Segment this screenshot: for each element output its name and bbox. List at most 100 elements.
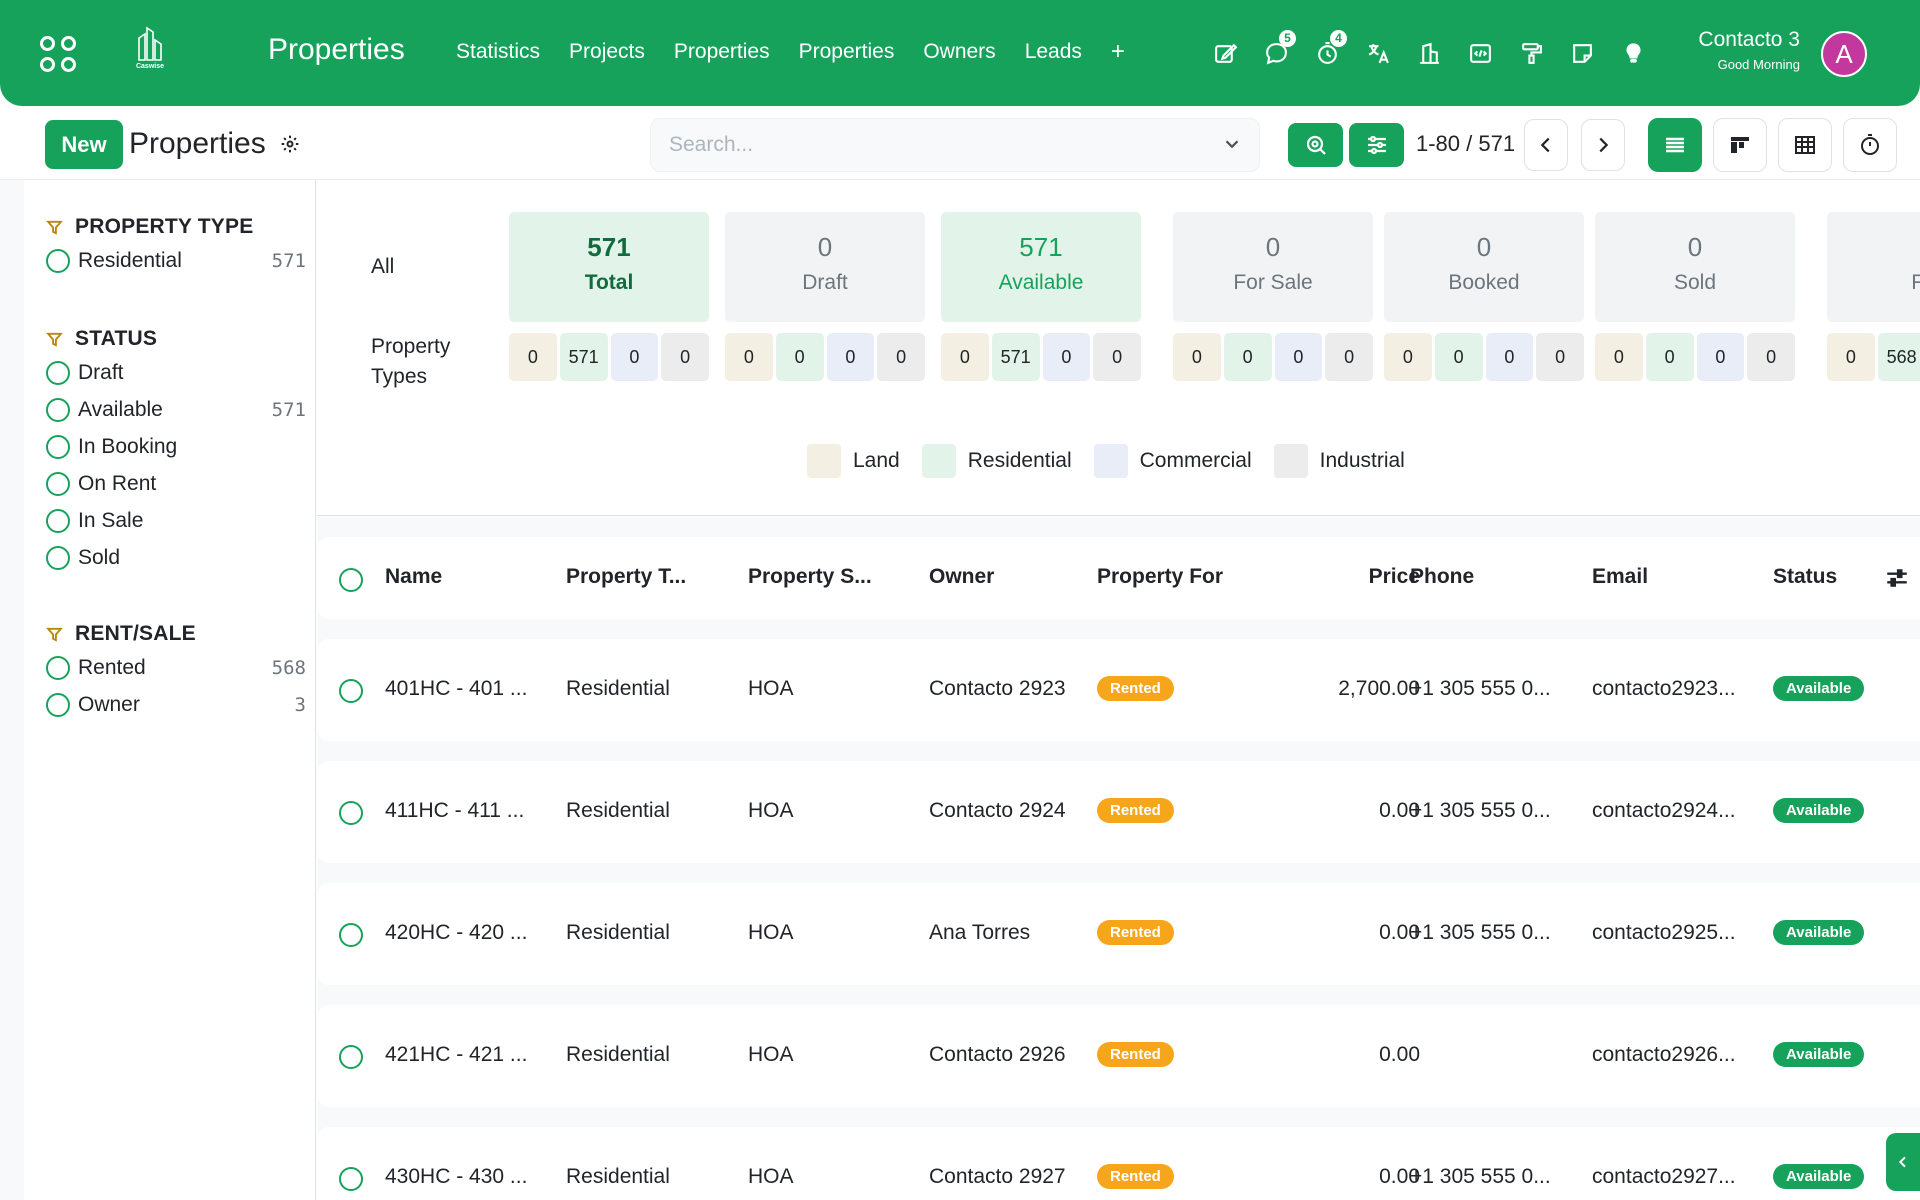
filter-item-draft[interactable]: Draft xyxy=(46,354,306,391)
type-industrial-count[interactable]: 0 xyxy=(1747,333,1795,381)
type-land-count[interactable]: 0 xyxy=(725,333,773,381)
nav-properties[interactable]: Properties xyxy=(674,40,770,64)
radio-button[interactable] xyxy=(46,434,70,459)
type-land-count[interactable]: 0 xyxy=(1827,333,1875,381)
nav-owners[interactable]: Owners xyxy=(923,40,995,64)
stat-card-sold[interactable]: 0 Sold xyxy=(1595,212,1795,322)
radio-button[interactable] xyxy=(46,692,70,717)
edit-icon[interactable] xyxy=(1210,38,1240,68)
type-land-count[interactable]: 0 xyxy=(1384,333,1432,381)
radio-button[interactable] xyxy=(46,655,70,680)
user-menu[interactable]: Contacto 3 Good Morning xyxy=(1698,28,1800,72)
pager-previous-button[interactable] xyxy=(1524,119,1568,171)
table-row[interactable]: 411HC - 411 ... Residential HOA Contacto… xyxy=(317,761,1920,863)
type-land-count[interactable]: 0 xyxy=(509,333,557,381)
column-header-email[interactable]: Email xyxy=(1592,565,1648,589)
note-icon[interactable] xyxy=(1567,38,1597,68)
nav-statistics[interactable]: Statistics xyxy=(456,40,540,64)
page-title[interactable]: Properties xyxy=(129,127,266,161)
table-row[interactable]: 421HC - 421 ... Residential HOA Contacto… xyxy=(317,1005,1920,1107)
chevron-down-icon[interactable] xyxy=(1221,133,1243,155)
view-kanban-button[interactable] xyxy=(1713,118,1767,172)
radio-button[interactable] xyxy=(46,508,70,533)
type-residential-count[interactable]: 571 xyxy=(559,333,608,381)
view-list-button[interactable] xyxy=(1648,118,1702,172)
stat-card-total[interactable]: 571 Total xyxy=(509,212,709,322)
column-header-price[interactable]: Price xyxy=(1340,565,1420,589)
filter-item-in-sale[interactable]: In Sale xyxy=(46,502,306,539)
table-row[interactable]: 430HC - 430 ... Residential HOA Contacto… xyxy=(317,1127,1920,1200)
stat-card-for-rent[interactable]: 5 For xyxy=(1827,212,1920,322)
search-input[interactable] xyxy=(669,119,1209,171)
brand-logo[interactable]: Caswise xyxy=(128,26,172,78)
nav-leads[interactable]: Leads xyxy=(1025,40,1082,64)
type-commercial-count[interactable]: 0 xyxy=(1485,333,1534,381)
translate-icon[interactable] xyxy=(1363,38,1393,68)
building-icon[interactable] xyxy=(1414,38,1444,68)
pager-value[interactable]: 1-80 / 571 xyxy=(1416,131,1515,157)
column-header-property-subtype[interactable]: Property S... xyxy=(748,565,872,589)
type-commercial-count[interactable]: 0 xyxy=(1274,333,1323,381)
row-checkbox[interactable] xyxy=(339,801,363,825)
filter-options-button[interactable] xyxy=(1349,123,1404,167)
column-header-property-for[interactable]: Property For xyxy=(1097,565,1223,589)
panel-toggle-button[interactable] xyxy=(1886,1133,1920,1191)
app-title[interactable]: Properties xyxy=(268,33,405,67)
stat-card-draft[interactable]: 0 Draft xyxy=(725,212,925,322)
row-checkbox[interactable] xyxy=(339,679,363,703)
radio-button[interactable] xyxy=(46,471,70,496)
type-industrial-count[interactable]: 0 xyxy=(877,333,925,381)
clock-icon[interactable]: 4 xyxy=(1312,30,1347,68)
stat-card-booked[interactable]: 0 Booked xyxy=(1384,212,1584,322)
row-checkbox[interactable] xyxy=(339,1167,363,1191)
filter-item-owner[interactable]: Owner 3 xyxy=(46,686,306,723)
column-header-property-type[interactable]: Property T... xyxy=(566,565,686,589)
type-residential-count[interactable]: 0 xyxy=(775,333,824,381)
filter-item-residential[interactable]: Residential 571 xyxy=(46,242,306,279)
apps-menu-icon[interactable] xyxy=(40,36,76,72)
stat-card-for-sale[interactable]: 0 For Sale xyxy=(1173,212,1373,322)
type-land-count[interactable]: 0 xyxy=(1173,333,1221,381)
type-industrial-count[interactable]: 0 xyxy=(1325,333,1373,381)
filter-item-sold[interactable]: Sold xyxy=(46,539,306,576)
table-row[interactable]: 401HC - 401 ... Residential HOA Contacto… xyxy=(317,639,1920,741)
type-industrial-count[interactable]: 0 xyxy=(1093,333,1141,381)
paint-roller-icon[interactable] xyxy=(1516,38,1546,68)
chat-icon[interactable]: 5 xyxy=(1261,30,1296,68)
view-pivot-button[interactable] xyxy=(1778,118,1832,172)
view-activity-button[interactable] xyxy=(1843,118,1897,172)
type-industrial-count[interactable]: 0 xyxy=(1536,333,1584,381)
type-commercial-count[interactable]: 0 xyxy=(1696,333,1745,381)
nav-properties-2[interactable]: Properties xyxy=(799,40,895,64)
filter-item-on-rent[interactable]: On Rent xyxy=(46,465,306,502)
code-icon[interactable] xyxy=(1465,38,1495,68)
row-checkbox[interactable] xyxy=(339,1045,363,1069)
radio-button[interactable] xyxy=(46,360,70,385)
search-panel-button[interactable] xyxy=(1288,123,1343,167)
type-land-count[interactable]: 0 xyxy=(941,333,989,381)
table-row[interactable]: 420HC - 420 ... Residential HOA Ana Torr… xyxy=(317,883,1920,985)
type-land-count[interactable]: 0 xyxy=(1595,333,1643,381)
radio-button[interactable] xyxy=(46,248,70,273)
type-commercial-count[interactable]: 0 xyxy=(826,333,875,381)
type-residential-count[interactable]: 0 xyxy=(1434,333,1483,381)
type-commercial-count[interactable]: 0 xyxy=(1042,333,1091,381)
nav-add-plus-icon[interactable]: + xyxy=(1111,40,1125,64)
nav-projects[interactable]: Projects xyxy=(569,40,645,64)
gear-icon[interactable] xyxy=(280,134,300,154)
lightbulb-icon[interactable] xyxy=(1618,38,1648,68)
type-residential-count[interactable]: 0 xyxy=(1645,333,1694,381)
stat-card-available[interactable]: 571 Available xyxy=(941,212,1141,322)
column-header-phone[interactable]: Phone xyxy=(1410,565,1474,589)
radio-button[interactable] xyxy=(46,545,70,570)
avatar[interactable]: A xyxy=(1821,31,1867,77)
pager-next-button[interactable] xyxy=(1581,119,1625,171)
select-all-checkbox[interactable] xyxy=(339,568,363,592)
new-button[interactable]: New xyxy=(45,120,123,169)
type-industrial-count[interactable]: 0 xyxy=(661,333,709,381)
filter-item-available[interactable]: Available 571 xyxy=(46,391,306,428)
type-residential-count[interactable]: 0 xyxy=(1223,333,1272,381)
type-commercial-count[interactable]: 0 xyxy=(610,333,659,381)
row-checkbox[interactable] xyxy=(339,923,363,947)
column-header-name[interactable]: Name xyxy=(385,565,442,589)
